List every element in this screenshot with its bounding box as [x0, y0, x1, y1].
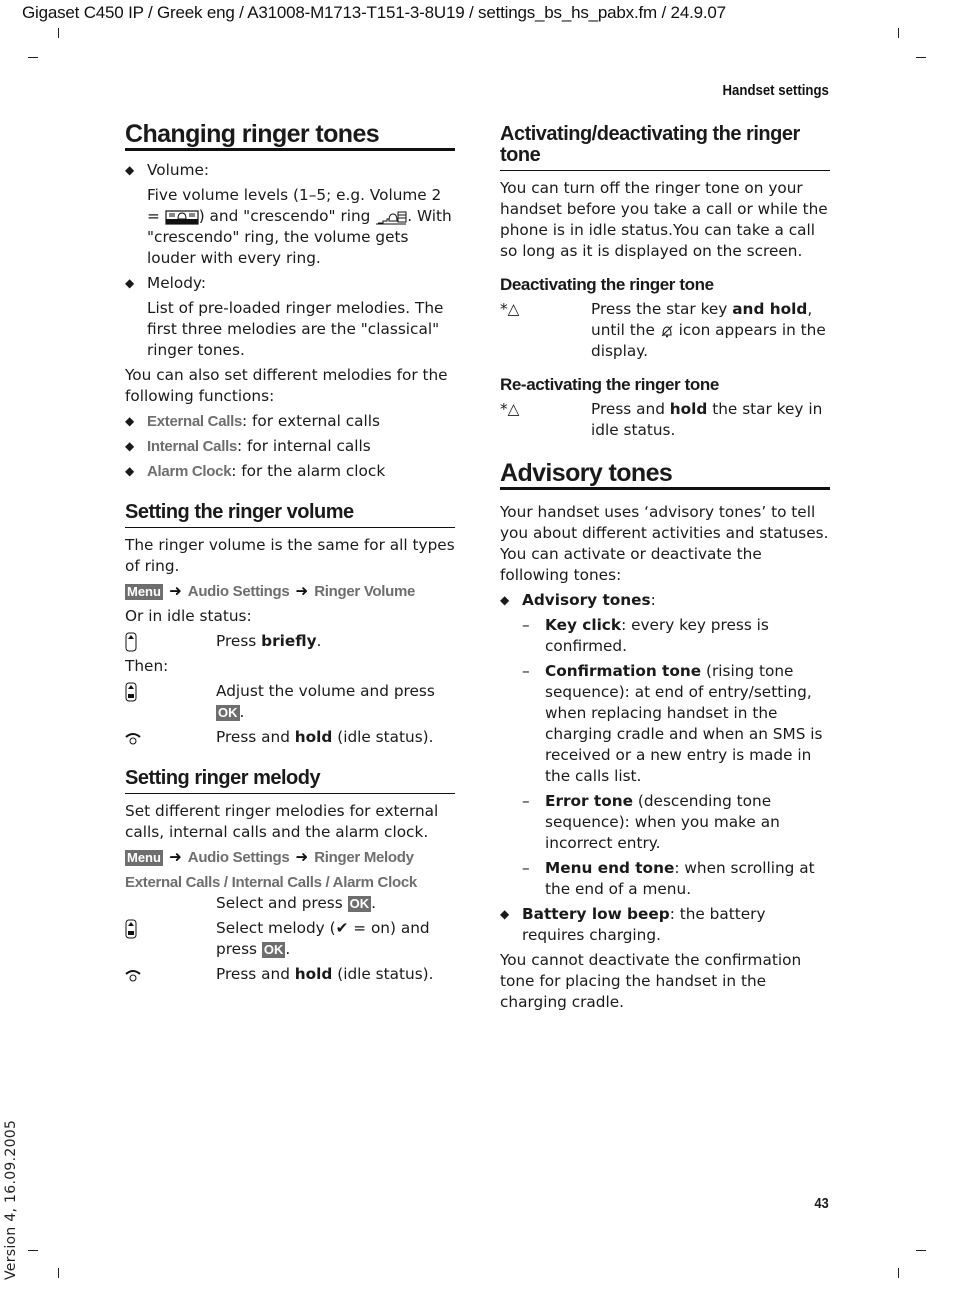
checkmark-icon: ✔ — [335, 919, 349, 937]
crop-mark — [898, 28, 899, 38]
or-idle-label: Or in idle status: — [125, 607, 252, 625]
step-press-hold: Press and hold (idle status). — [125, 727, 455, 748]
control-key-up-icon — [125, 632, 137, 651]
select-and-press: Select and press OK. — [216, 894, 376, 912]
volume-description: Five volume levels (1–5; e.g. Volume 2 =… — [147, 186, 452, 267]
ringer-volume-intro: The ringer volume is the same for all ty… — [125, 536, 455, 575]
version-label: Version 4, 16.09.2005 — [3, 1119, 19, 1280]
section-title-activating: Activating/deactivating the ringer tone — [500, 124, 830, 171]
section-title-ringer-melody: Setting ringer melody — [125, 768, 455, 794]
section-title-ringer-volume: Setting the ringer volume — [125, 502, 455, 528]
arrow-icon: ➜ — [295, 582, 309, 600]
tone-item: Error tone (descending tone sequence): w… — [500, 791, 830, 854]
ok-key-tag: OK — [216, 705, 240, 721]
then-label: Then: — [125, 657, 169, 675]
arrow-icon: ➜ — [168, 848, 182, 866]
step-press-hold: Press and hold (idle status). — [125, 964, 455, 985]
end-call-key-icon — [125, 732, 141, 744]
star-key-icon: *△ — [500, 400, 520, 418]
ringer-off-icon — [661, 325, 673, 337]
step-adjust-volume: Adjust the volume and press OK. — [125, 681, 455, 723]
activating-intro: You can turn off the ringer tone on your… — [500, 179, 828, 260]
bullet-advisory-tones: Advisory tones: — [500, 590, 830, 611]
end-call-key-icon — [125, 969, 141, 981]
melody-options: External Calls / Internal Calls / Alarm … — [125, 874, 417, 891]
section-title-changing-ringer-tones: Changing ringer tones — [125, 122, 455, 151]
also-text: You can also set different melodies for … — [125, 366, 448, 405]
crop-mark — [58, 28, 59, 38]
bullet-volume: Volume: — [125, 160, 455, 181]
step-reactivate: *△ Press and hold the star key in idle s… — [500, 400, 823, 439]
subsection-reactivating: Re-activating the ringer tone — [500, 375, 719, 394]
arrow-icon: ➜ — [295, 848, 309, 866]
tone-item: Key click: every key press is confirmed. — [500, 615, 830, 657]
melody-description: List of pre-loaded ringer melodies. The … — [147, 299, 444, 359]
bullet-melody: Melody: — [125, 273, 455, 294]
crop-mark — [916, 57, 926, 58]
document-path-header: Gigaset C450 IP / Greek eng / A31008-M17… — [22, 3, 726, 22]
subsection-deactivating: Deactivating the ringer tone — [500, 275, 714, 294]
tone-item: Confirmation tone (rising tone sequence)… — [500, 661, 830, 787]
bullet-battery-low: Battery low beep: the battery requires c… — [500, 904, 830, 946]
page-number: 43 — [814, 1195, 829, 1212]
step-select-melody: Select melody (✔ = on) and press OK. — [125, 918, 455, 960]
advisory-intro: Your handset uses ‘advisory tones’ to te… — [500, 503, 829, 584]
advisory-footer-note: You cannot deactivate the confirmation t… — [500, 951, 802, 1011]
crop-mark — [28, 1250, 38, 1251]
menu-key-tag: Menu — [125, 850, 163, 866]
control-key-updown-icon — [125, 919, 137, 938]
star-key-icon: *△ — [500, 300, 520, 318]
control-key-updown-icon — [125, 682, 137, 701]
crescendo-ring-icon — [376, 211, 407, 224]
function-item: External Calls: for external calls — [125, 411, 455, 432]
ok-key-tag: OK — [261, 942, 286, 958]
left-column: Changing ringer tones Volume: Five volum… — [125, 122, 455, 989]
menu-path-volume: Menu ➜ Audio Settings ➜ Ringer Volume — [125, 582, 416, 600]
crop-mark — [898, 1268, 899, 1278]
running-title: Handset settings — [722, 82, 829, 99]
arrow-icon: ➜ — [168, 582, 182, 600]
function-item: Internal Calls: for internal calls — [125, 436, 455, 457]
crop-mark — [58, 1268, 59, 1278]
ok-key-tag: OK — [347, 896, 372, 912]
right-column: Activating/deactivating the ringer tone … — [500, 124, 830, 1017]
ringer-melody-intro: Set different ringer melodies for extern… — [125, 802, 439, 841]
crop-mark — [28, 57, 38, 58]
menu-key-tag: Menu — [125, 584, 163, 600]
step-deactivate: *△ Press the star key and hold, until th… — [500, 300, 826, 360]
section-title-advisory-tones: Advisory tones — [500, 461, 830, 490]
function-item: Alarm Clock: for the alarm clock — [125, 461, 455, 482]
tone-item: Menu end tone: when scrolling at the end… — [500, 858, 830, 900]
step-press-briefly: Press briefly. — [125, 631, 455, 652]
volume-level-2-icon — [165, 209, 199, 225]
menu-path-melody: Menu ➜ Audio Settings ➜ Ringer Melody — [125, 848, 414, 866]
crop-mark — [916, 1250, 926, 1251]
